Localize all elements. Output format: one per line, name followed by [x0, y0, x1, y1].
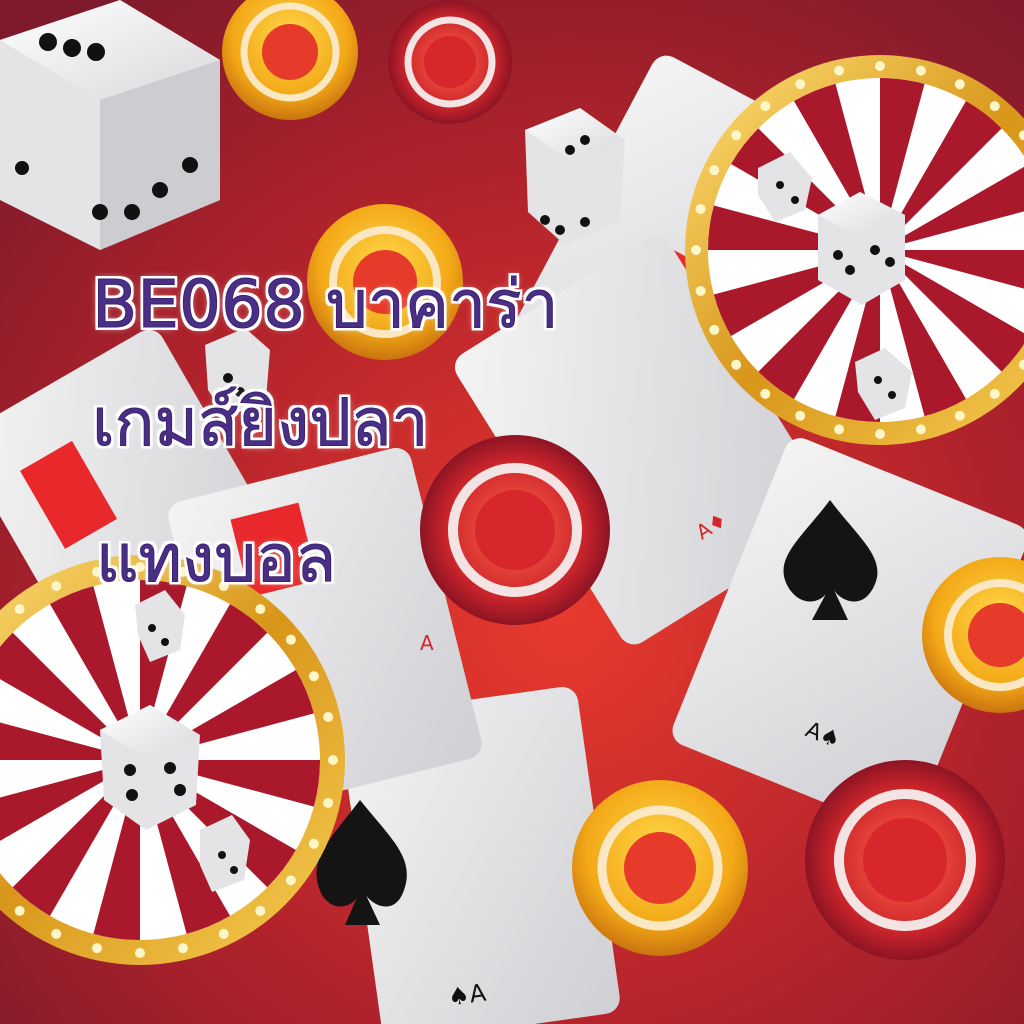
headline-line-2: เกมส์ยิงปลา	[92, 384, 430, 461]
svg-text:A: A	[420, 631, 434, 655]
poker-chip-icon	[805, 760, 1005, 960]
poker-chip-icon	[572, 780, 748, 956]
headline-line-3: แทงบอล	[95, 520, 337, 597]
poker-chip-icon	[388, 0, 512, 124]
poker-chip-icon	[420, 435, 610, 625]
casino-background: A♦ A♠ ♠A A	[0, 0, 1024, 1024]
svg-text:♠A: ♠A	[446, 978, 488, 1011]
headline-line-1: BE068 บาคาร่า	[92, 266, 560, 343]
